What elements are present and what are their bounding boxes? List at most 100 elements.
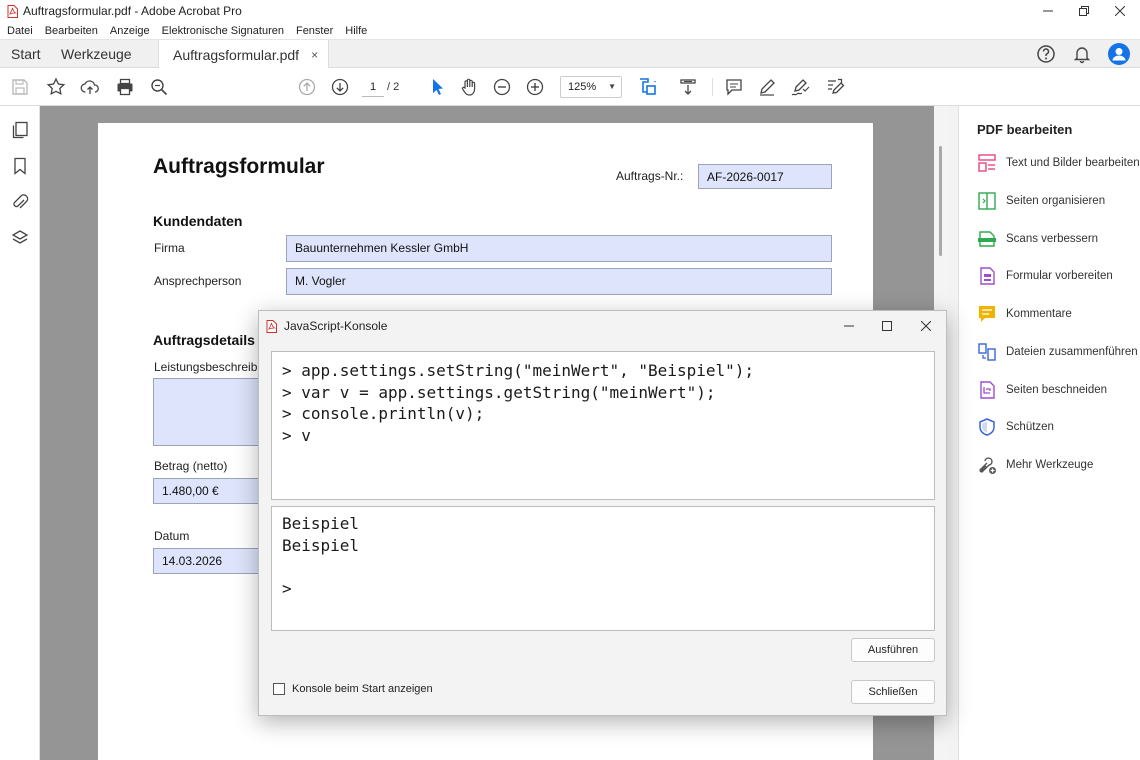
amount-label: Betrag (netto) [154,459,228,473]
bookmark-icon[interactable] [10,156,30,176]
minimize-button[interactable] [1030,0,1066,22]
close-icon [921,321,931,331]
dialog-maximize-button[interactable] [876,315,898,337]
tool-label: Text und Bilder bearbeiten [1006,157,1140,169]
company-field[interactable]: Bauunternehmen Kessler GmbH [286,235,832,262]
fill-sign-icon[interactable] [790,77,810,97]
page-number-input[interactable]: 1 [362,77,384,97]
tool-label: Seiten beschneiden [1006,384,1108,396]
pdf-file-icon [7,4,18,18]
console-output-line: Beispiel [282,535,360,555]
tool-label: Formular vorbereiten [1006,270,1113,282]
print-icon[interactable] [115,77,135,97]
window-title: Auftragsformular.pdf - Adobe Acrobat Pro [23,4,242,18]
comment-icon[interactable] [724,77,744,97]
tab-start[interactable]: Start [11,40,41,68]
help-icon[interactable] [1036,44,1056,64]
console-output-line: Beispiel [282,514,360,533]
more-tools-icon [979,457,996,474]
zoom-select[interactable]: 125% ▼ [560,76,622,98]
pen-icon[interactable] [757,77,777,97]
contact-field[interactable]: M. Vogler [286,268,832,295]
menu-fenster[interactable]: Fenster [296,25,333,37]
pdf-file-icon [266,319,277,333]
show-on-start-checkbox[interactable]: Konsole beim Start anzeigen [273,683,433,695]
tool-enhance-scans[interactable]: Scans verbessern [977,228,1098,250]
order-number-field[interactable]: AF-2026-0017 [698,164,832,189]
page-total: / 2 [387,81,400,93]
tool-label: Kommentare [1006,308,1072,320]
tool-label: Schützen [1006,421,1054,433]
tool-label: Scans verbessern [1006,233,1099,245]
tool-protect[interactable]: Schützen [977,416,1054,438]
select-cursor-icon[interactable] [428,77,448,97]
main-toolbar: 1 / 2 125% ▼ [0,68,1140,106]
zoom-out-icon[interactable] [492,77,512,97]
menu-datei[interactable]: Datei [7,25,33,37]
hand-tool-icon[interactable] [459,77,479,97]
prepare-form-icon [980,267,995,285]
close-window-button[interactable] [1102,0,1138,22]
tab-close-icon[interactable]: × [311,48,318,62]
maximize-icon [882,321,892,331]
tool-comments[interactable]: Kommentare [977,303,1072,325]
console-input-line: > app.settings.setString("meinWert", "Be… [282,361,755,380]
pages-icon[interactable] [10,120,30,140]
scrollbar-thumb[interactable] [939,146,942,256]
menu-anzeige[interactable]: Anzeige [110,25,150,37]
cloud-upload-icon[interactable] [80,77,100,97]
dialog-close-button[interactable] [915,315,937,337]
tool-edit-text-images[interactable]: Text und Bilder bearbeiten [977,152,1140,174]
menu-hilfe[interactable]: Hilfe [345,25,367,37]
dialog-title-bar[interactable]: JavaScript-Konsole [259,311,946,341]
zoom-in-icon[interactable] [525,77,545,97]
page-up-icon[interactable] [297,77,317,97]
zoom-value: 125% [568,81,597,93]
show-on-start-label: Konsole beim Start anzeigen [292,683,433,695]
attachment-icon[interactable] [10,192,30,212]
left-navigation-rail [0,106,40,760]
tool-combine-files[interactable]: Dateien zusammenführen [977,341,1138,363]
shield-icon [979,418,995,436]
fit-page-icon[interactable] [638,77,658,97]
page-down-icon[interactable] [330,77,350,97]
close-console-button[interactable]: Schließen [851,680,935,704]
dialog-minimize-button[interactable] [838,315,860,337]
tool-prepare-form[interactable]: Formular vorbereiten [977,265,1113,287]
section-order-heading: Auftragsdetails [153,332,255,348]
tab-document[interactable]: Auftragsformular.pdf × [158,40,330,69]
tab-werkzeuge[interactable]: Werkzeuge [61,40,132,68]
console-input-area[interactable]: > app.settings.setString("meinWert", "Be… [271,351,935,500]
minimize-icon [844,325,854,327]
organize-pages-icon [978,192,996,210]
tool-label: Mehr Werkzeuge [1006,459,1094,471]
edit-pdf-icon[interactable] [825,77,845,97]
scroll-mode-icon[interactable] [678,77,698,97]
date-label: Datum [154,529,190,543]
crop-pages-icon [980,381,995,399]
avatar-icon[interactable] [1108,43,1130,65]
close-icon [1115,6,1125,16]
console-output-area[interactable]: Beispiel Beispiel > [271,506,935,631]
console-prompt: > [282,578,292,598]
checkbox-box[interactable] [273,683,285,695]
bell-icon[interactable] [1072,44,1092,64]
company-label: Firma [154,241,185,255]
tool-organize-pages[interactable]: Seiten organisieren [977,190,1105,212]
tool-crop-pages[interactable]: Seiten beschneiden [977,379,1107,401]
tool-more-tools[interactable]: Mehr Werkzeuge [977,454,1093,476]
combine-files-icon [978,343,996,361]
star-icon[interactable] [46,77,66,97]
comments-icon [979,306,995,322]
menu-signaturen[interactable]: Elektronische Signaturen [162,25,284,37]
layers-icon[interactable] [10,228,30,248]
run-button[interactable]: Ausführen [851,638,935,662]
search-icon[interactable] [149,77,169,97]
minimize-icon [1043,10,1053,12]
menu-bearbeiten[interactable]: Bearbeiten [45,25,98,37]
tool-label: Seiten organisieren [1006,195,1106,207]
save-icon[interactable] [10,77,30,97]
console-input-line: > console.println(v); [282,404,485,423]
restore-button[interactable] [1066,0,1102,22]
